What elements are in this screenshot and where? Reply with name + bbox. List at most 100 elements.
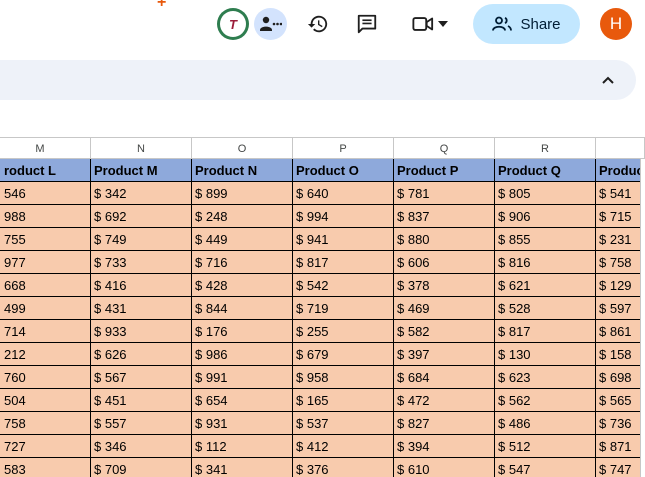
- table-cell[interactable]: $ 991: [192, 366, 293, 389]
- table-cell[interactable]: $ 557: [91, 412, 192, 435]
- table-cell[interactable]: $ 733: [91, 251, 192, 274]
- table-cell[interactable]: $ 816: [495, 251, 596, 274]
- table-cell[interactable]: 583: [0, 458, 91, 477]
- table-cell[interactable]: $ 621: [495, 274, 596, 297]
- table-cell[interactable]: $ 805: [495, 182, 596, 205]
- table-cell[interactable]: $ 871: [596, 435, 645, 458]
- header-cell[interactable]: roduct L: [0, 159, 91, 182]
- table-cell[interactable]: $ 941: [293, 228, 394, 251]
- version-history-button[interactable]: [302, 8, 334, 40]
- table-cell[interactable]: $ 129: [596, 274, 645, 297]
- table-cell[interactable]: $ 469: [394, 297, 495, 320]
- table-cell[interactable]: $ 582: [394, 320, 495, 343]
- table-cell[interactable]: $ 837: [394, 205, 495, 228]
- table-cell[interactable]: $ 958: [293, 366, 394, 389]
- table-cell[interactable]: $ 994: [293, 205, 394, 228]
- table-cell[interactable]: $ 341: [192, 458, 293, 477]
- table-cell[interactable]: $ 679: [293, 343, 394, 366]
- table-cell[interactable]: $ 716: [192, 251, 293, 274]
- table-cell[interactable]: $ 781: [394, 182, 495, 205]
- table-cell[interactable]: $ 472: [394, 389, 495, 412]
- table-cell[interactable]: $ 165: [293, 389, 394, 412]
- meet-button[interactable]: [404, 8, 456, 40]
- table-cell[interactable]: 546: [0, 182, 91, 205]
- table-cell[interactable]: $ 654: [192, 389, 293, 412]
- table-cell[interactable]: $ 449: [192, 228, 293, 251]
- table-cell[interactable]: $ 817: [293, 251, 394, 274]
- column-header-p[interactable]: P: [293, 138, 394, 159]
- collapse-menus-button[interactable]: [596, 68, 620, 92]
- table-cell[interactable]: $ 623: [495, 366, 596, 389]
- table-cell[interactable]: $ 567: [91, 366, 192, 389]
- table-cell[interactable]: $ 758: [596, 251, 645, 274]
- table-cell[interactable]: $ 861: [596, 320, 645, 343]
- vertical-scrollbar-track[interactable]: [640, 159, 645, 477]
- table-cell[interactable]: $ 176: [192, 320, 293, 343]
- account-avatar[interactable]: H: [600, 8, 632, 40]
- header-cell[interactable]: Product O: [293, 159, 394, 182]
- table-cell[interactable]: $ 606: [394, 251, 495, 274]
- table-cell[interactable]: $ 428: [192, 274, 293, 297]
- header-cell[interactable]: Product Q: [495, 159, 596, 182]
- table-cell[interactable]: $ 692: [91, 205, 192, 228]
- table-cell[interactable]: $ 698: [596, 366, 645, 389]
- table-cell[interactable]: $ 158: [596, 343, 645, 366]
- table-cell[interactable]: $ 512: [495, 435, 596, 458]
- table-cell[interactable]: $ 817: [495, 320, 596, 343]
- column-header-s[interactable]: [596, 138, 645, 159]
- table-cell[interactable]: 988: [0, 205, 91, 228]
- table-cell[interactable]: $ 416: [91, 274, 192, 297]
- comments-button[interactable]: [351, 8, 383, 40]
- table-cell[interactable]: $ 709: [91, 458, 192, 477]
- table-cell[interactable]: $ 112: [192, 435, 293, 458]
- table-cell[interactable]: $ 715: [596, 205, 645, 228]
- header-cell[interactable]: Product M: [91, 159, 192, 182]
- table-cell[interactable]: $ 933: [91, 320, 192, 343]
- table-cell[interactable]: $ 855: [495, 228, 596, 251]
- table-cell[interactable]: 758: [0, 412, 91, 435]
- table-cell[interactable]: $ 541: [596, 182, 645, 205]
- column-header-q[interactable]: Q: [394, 138, 495, 159]
- table-cell[interactable]: 668: [0, 274, 91, 297]
- table-cell[interactable]: $ 342: [91, 182, 192, 205]
- table-cell[interactable]: $ 378: [394, 274, 495, 297]
- table-cell[interactable]: 714: [0, 320, 91, 343]
- table-cell[interactable]: 760: [0, 366, 91, 389]
- table-cell[interactable]: $ 827: [394, 412, 495, 435]
- header-cell[interactable]: Produc: [596, 159, 645, 182]
- column-header-o[interactable]: O: [192, 138, 293, 159]
- table-cell[interactable]: $ 547: [495, 458, 596, 477]
- table-cell[interactable]: $ 394: [394, 435, 495, 458]
- table-cell[interactable]: $ 528: [495, 297, 596, 320]
- table-cell[interactable]: $ 562: [495, 389, 596, 412]
- table-cell[interactable]: $ 749: [91, 228, 192, 251]
- header-cell[interactable]: Product P: [394, 159, 495, 182]
- column-header-r[interactable]: R: [495, 138, 596, 159]
- collaborator-avatar[interactable]: T: [217, 8, 249, 40]
- table-cell[interactable]: $ 906: [495, 205, 596, 228]
- table-cell[interactable]: $ 537: [293, 412, 394, 435]
- table-cell[interactable]: 212: [0, 343, 91, 366]
- table-cell[interactable]: $ 346: [91, 435, 192, 458]
- table-cell[interactable]: $ 684: [394, 366, 495, 389]
- table-cell[interactable]: $ 844: [192, 297, 293, 320]
- table-cell[interactable]: $ 640: [293, 182, 394, 205]
- table-cell[interactable]: $ 431: [91, 297, 192, 320]
- table-cell[interactable]: $ 542: [293, 274, 394, 297]
- table-cell[interactable]: $ 255: [293, 320, 394, 343]
- table-cell[interactable]: $ 397: [394, 343, 495, 366]
- table-cell[interactable]: $ 899: [192, 182, 293, 205]
- table-cell[interactable]: $ 376: [293, 458, 394, 477]
- table-cell[interactable]: $ 626: [91, 343, 192, 366]
- table-cell[interactable]: $ 880: [394, 228, 495, 251]
- table-cell[interactable]: $ 986: [192, 343, 293, 366]
- table-cell[interactable]: 727: [0, 435, 91, 458]
- column-header-n[interactable]: N: [91, 138, 192, 159]
- chat-people-button[interactable]: [254, 8, 287, 40]
- table-cell[interactable]: 755: [0, 228, 91, 251]
- table-cell[interactable]: $ 231: [596, 228, 645, 251]
- table-cell[interactable]: $ 486: [495, 412, 596, 435]
- share-button[interactable]: Share: [473, 4, 580, 44]
- table-cell[interactable]: $ 248: [192, 205, 293, 228]
- table-cell[interactable]: $ 565: [596, 389, 645, 412]
